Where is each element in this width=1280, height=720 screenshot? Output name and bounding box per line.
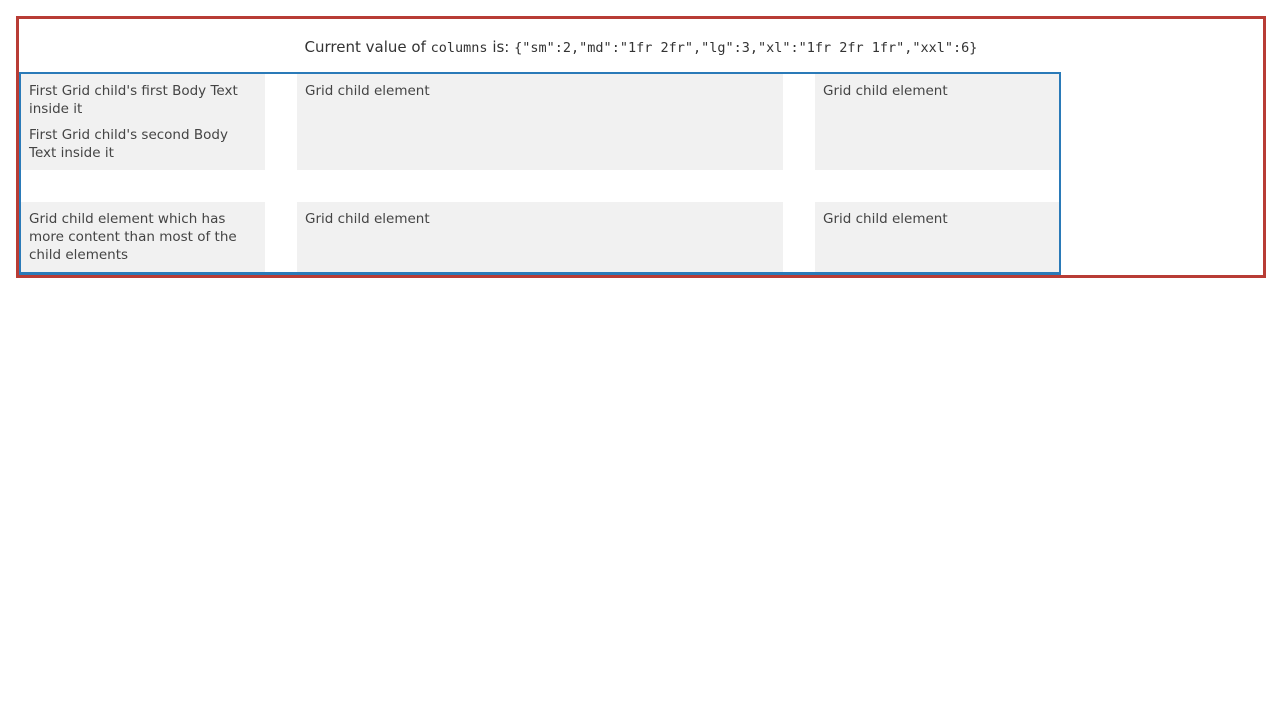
grid-child-4: Grid child element which has more conten… — [21, 202, 265, 272]
grid: First Grid child's first Body Text insid… — [21, 74, 1059, 272]
grid-child-3: Grid child element — [815, 74, 1059, 170]
story-container: Current value of columns is: {"sm":2,"md… — [16, 16, 1266, 278]
grid-child-5: Grid child element — [297, 202, 783, 272]
grid-child-text: Grid child element — [305, 211, 430, 227]
grid-child-6: Grid child element — [815, 202, 1059, 272]
columns-caption: Current value of columns is: {"sm":2,"md… — [19, 36, 1263, 59]
grid-child-text: Grid child element — [305, 83, 430, 99]
caption-prefix: Current value of — [304, 38, 426, 56]
grid-child-body-text-1: First Grid child's first Body Text insid… — [29, 83, 238, 117]
grid-child-2: Grid child element — [297, 74, 783, 170]
grid-child-text: Grid child element — [823, 211, 948, 227]
caption-middle: is: — [492, 38, 510, 56]
grid-container: First Grid child's first Body Text insid… — [19, 72, 1061, 275]
grid-child-1: First Grid child's first Body Text insid… — [21, 74, 265, 170]
caption-value: {"sm":2,"md":"1fr 2fr","lg":3,"xl":"1fr … — [514, 40, 978, 56]
grid-child-text: Grid child element — [823, 83, 948, 99]
caption-prop-name: columns — [430, 40, 488, 56]
grid-child-text: Grid child element which has more conten… — [29, 211, 237, 263]
grid-child-body-text-2: First Grid child's second Body Text insi… — [29, 127, 228, 161]
